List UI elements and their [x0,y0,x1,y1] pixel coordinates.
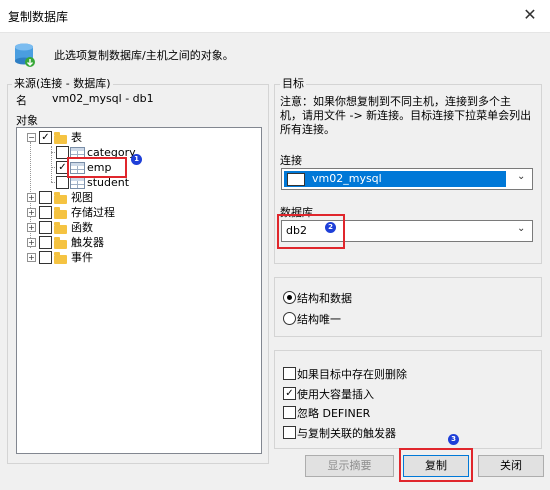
connection-icon [287,173,305,186]
connection-value: vm02_mysql [312,172,382,185]
show-summary-button[interactable]: 显示摘要 [305,455,394,477]
tree-node-functions[interactable]: + 函数 [17,220,257,235]
window-title: 复制数据库 [8,10,69,24]
procedures-checkbox[interactable] [39,206,52,219]
step-badge-3: 3 [448,434,459,445]
triggers-checkbox[interactable] [39,236,52,249]
connection-label: 连接 [280,154,302,167]
events-checkbox[interactable] [39,251,52,264]
tree-node-triggers[interactable]: + 触发器 [17,235,257,250]
target-note: 注意：如果你想复制到不同主机，连接到多个主 机，请用文件 -> 新连接。目标连接… [280,95,531,137]
chevron-down-icon[interactable]: ⌄ [517,172,527,182]
tree-node-events[interactable]: + 事件 [17,250,257,265]
highlight-box-emp [67,157,127,178]
expand-icon[interactable]: + [27,223,36,232]
tree-label-procedures: 存储过程 [71,206,115,219]
radio-label-structure-data: 结构和数据 [297,292,352,305]
source-name-value: vm02_mysql - db1 [52,92,154,105]
views-checkbox[interactable] [39,191,52,204]
tree-node-procedures[interactable]: + 存储过程 [17,205,257,220]
option-label-triggers: 与复制关联的触发器 [297,427,396,440]
chevron-down-icon[interactable]: ⌄ [517,224,527,234]
object-tree[interactable]: − ✓ 表 category ✓ emp student + 视图 + 存储过程… [16,127,262,454]
step-badge-1: 1 [131,154,142,165]
expand-icon[interactable]: + [27,253,36,262]
folder-icon [54,222,67,234]
option-label-ignore-definer: 忽略 DEFINER [297,407,371,420]
close-icon[interactable]: ✕ [516,4,544,26]
expand-icon[interactable]: + [27,238,36,247]
tree-label-views: 视图 [71,191,93,204]
folder-icon [54,207,67,219]
database-icon [15,43,35,67]
table-icon [70,177,85,189]
objects-label: 对象 [16,114,38,127]
source-name-label: 名 [16,94,27,107]
connection-select[interactable]: vm02_mysql ⌄ [281,168,533,190]
tree-node-views[interactable]: + 视图 [17,190,257,205]
folder-icon [54,237,67,249]
option-label-drop: 如果目标中存在则删除 [297,368,407,381]
folder-icon [54,252,67,264]
tables-checkbox[interactable]: ✓ [39,131,52,144]
tree-label-functions: 函数 [71,221,93,234]
option-label-bulk-insert: 使用大容量插入 [297,388,374,401]
title-bar [0,0,550,33]
mode-panel [274,277,542,337]
source-group-label: 来源(连接 - 数据库) [12,75,113,91]
target-note-line: 机，请用文件 -> 新连接。目标连接下拉菜单会列出 [280,109,532,122]
tree-node-tables[interactable]: − ✓ 表 [17,130,257,145]
option-checkbox-bulk-insert[interactable]: ✓ [283,387,296,400]
expand-icon[interactable]: + [27,193,36,202]
target-note-line: 注意：如果你想复制到不同主机，连接到多个主 [280,95,511,108]
radio-structure-only[interactable] [283,312,296,325]
expand-icon[interactable]: + [27,208,36,217]
target-group-label: 目标 [280,75,306,91]
option-checkbox-drop[interactable] [283,367,296,380]
radio-structure-data[interactable] [283,291,296,304]
step-badge-2: 2 [325,222,336,233]
folder-icon [54,132,67,144]
tree-node-table[interactable]: student [17,175,257,190]
tree-label-events: 事件 [71,251,93,264]
collapse-icon[interactable]: − [27,133,36,142]
tree-label-tables: 表 [71,131,82,144]
description-text: 此选项复制数据库/主机之间的对象。 [54,49,234,62]
folder-icon [54,192,67,204]
option-checkbox-triggers[interactable] [283,426,296,439]
radio-label-structure-only: 结构唯一 [297,313,341,326]
highlight-box-database [277,214,345,249]
tree-label-triggers: 触发器 [71,236,104,249]
target-note-line: 所有连接。 [280,123,335,136]
option-checkbox-ignore-definer[interactable] [283,406,296,419]
highlight-box-copy [399,448,473,482]
close-button[interactable]: 关闭 [478,455,544,477]
functions-checkbox[interactable] [39,221,52,234]
